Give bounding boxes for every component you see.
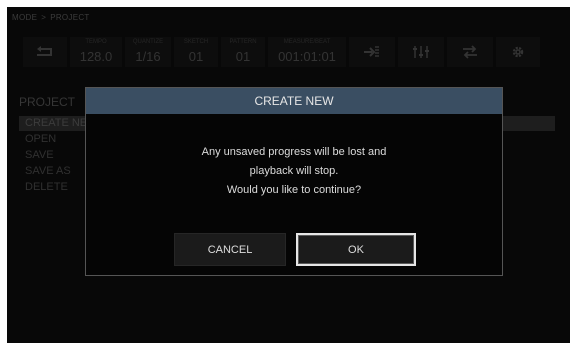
screen: MODE > PROJECT TEMPO 128.0 QUANTIZE 1/16 S… [7,7,570,343]
dialog-message: Any unsaved progress will be lost and pl… [86,143,502,200]
dialog-message-line-3: Would you like to continue? [226,184,362,196]
cancel-button[interactable]: CANCEL [174,233,286,266]
create-new-dialog: CREATE NEW Any unsaved progress will be … [85,87,503,276]
ok-button[interactable]: OK [296,233,416,266]
dialog-message-line-1: Any unsaved progress will be lost and [201,146,387,158]
dialog-title: CREATE NEW [86,88,502,114]
dialog-message-line-2: playback will stop. [249,165,339,177]
